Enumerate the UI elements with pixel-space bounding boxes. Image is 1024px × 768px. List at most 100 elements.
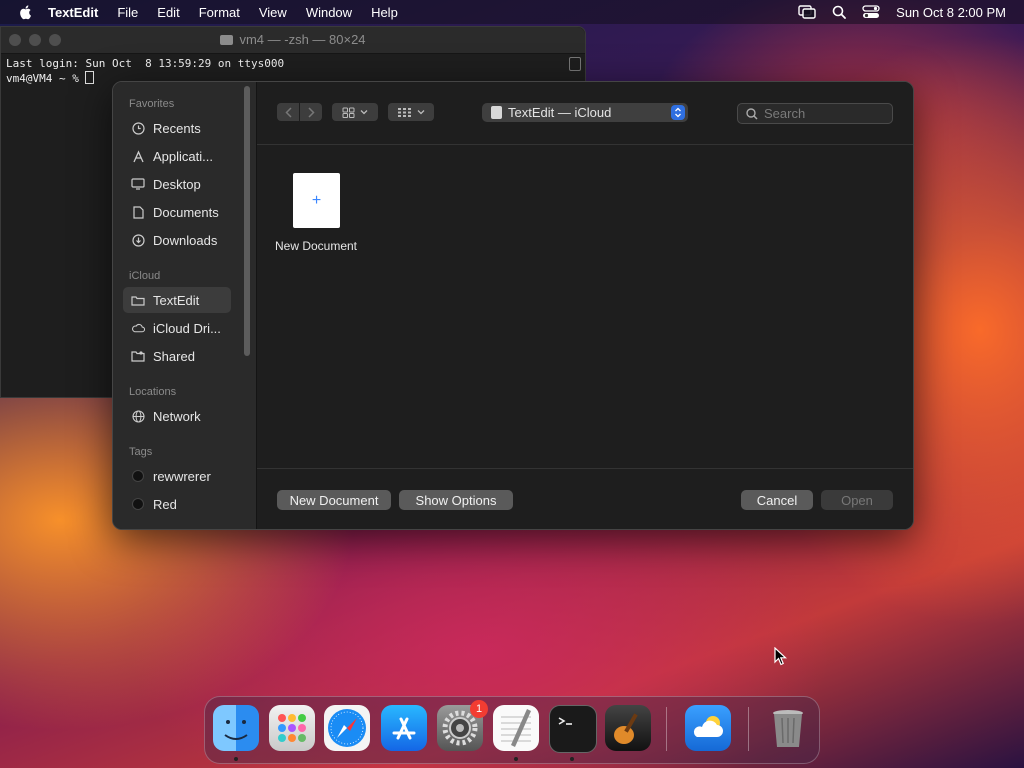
launchpad-icon bbox=[278, 714, 306, 742]
desktop-icon bbox=[131, 177, 145, 191]
sidebar-tag-rewwrerer[interactable]: rewwrerer bbox=[123, 463, 231, 489]
terminal-scroll-indicator[interactable] bbox=[569, 57, 581, 71]
terminal-cursor bbox=[85, 71, 95, 84]
menu-help[interactable]: Help bbox=[371, 5, 398, 20]
sidebar-item-downloads[interactable]: Downloads bbox=[123, 227, 231, 253]
search-placeholder: Search bbox=[764, 106, 806, 121]
sidebar-item-label: Network bbox=[153, 408, 201, 424]
back-button[interactable] bbox=[277, 103, 299, 121]
folder-icon bbox=[220, 35, 234, 45]
sidebar-item-label: Desktop bbox=[153, 176, 201, 192]
sidebar-item-label: Documents bbox=[153, 204, 219, 220]
folder-icon bbox=[131, 293, 145, 307]
chevron-down-icon bbox=[417, 110, 425, 115]
dock-separator bbox=[666, 707, 667, 751]
dock: 1 bbox=[204, 696, 820, 764]
forward-button[interactable] bbox=[300, 103, 322, 121]
sidebar-item-textedit[interactable]: TextEdit bbox=[123, 287, 231, 313]
sidebar-heading-icloud: iCloud bbox=[129, 270, 161, 282]
view-mode-button[interactable] bbox=[332, 103, 378, 121]
running-indicator bbox=[514, 757, 518, 761]
running-indicator bbox=[234, 757, 238, 761]
up-down-arrows-icon bbox=[671, 105, 685, 120]
shared-folder-icon bbox=[131, 349, 145, 363]
plus-icon: + bbox=[311, 191, 322, 209]
menu-view[interactable]: View bbox=[259, 5, 287, 20]
sidebar-item-desktop[interactable]: Desktop bbox=[123, 171, 231, 197]
control-center-icon[interactable] bbox=[862, 5, 880, 19]
dock-garageband[interactable] bbox=[605, 705, 651, 751]
location-popup[interactable]: TextEdit — iCloud bbox=[482, 103, 688, 122]
dock-textedit[interactable] bbox=[493, 705, 539, 751]
menu-app-name[interactable]: TextEdit bbox=[48, 5, 98, 20]
dialog-main: TextEdit — iCloud Search + New Document … bbox=[257, 82, 913, 529]
dock-app-store[interactable] bbox=[381, 705, 427, 751]
sidebar-item-label: Applicati... bbox=[153, 148, 213, 164]
chevron-left-icon bbox=[284, 106, 292, 118]
open-button[interactable]: Open bbox=[821, 490, 893, 510]
search-icon bbox=[746, 107, 758, 120]
menu-window[interactable]: Window bbox=[306, 5, 352, 20]
cloud-icon bbox=[131, 321, 145, 335]
new-document-tile-label[interactable]: New Document bbox=[257, 239, 375, 253]
terminal-title: vm4 — -zsh — 80×24 bbox=[1, 32, 585, 47]
clock-icon bbox=[131, 121, 145, 135]
terminal-prompt: vm4@VM4 ~ % bbox=[6, 72, 86, 85]
sidebar-item-icloud-drive[interactable]: iCloud Dri... bbox=[123, 315, 231, 341]
tag-color-dot bbox=[132, 470, 144, 482]
sidebar-item-label: Shared bbox=[153, 348, 195, 364]
sidebar-tag-red[interactable]: Red bbox=[123, 491, 231, 517]
weather-sun-cloud-icon bbox=[693, 716, 723, 737]
group-by-button[interactable] bbox=[388, 103, 434, 121]
menu-format[interactable]: Format bbox=[199, 5, 240, 20]
navigation-buttons bbox=[277, 103, 322, 121]
terminal-title-bar[interactable]: vm4 — -zsh — 80×24 bbox=[1, 27, 585, 54]
dock-finder[interactable] bbox=[213, 705, 259, 751]
dock-terminal[interactable] bbox=[549, 705, 597, 753]
sidebar-scrollbar[interactable] bbox=[244, 86, 250, 356]
dialog-sidebar: Favorites Recents Applicati... Desktop D… bbox=[113, 82, 257, 529]
apple-menu-icon[interactable] bbox=[18, 4, 34, 20]
dock-trash[interactable] bbox=[765, 705, 811, 751]
sidebar-item-documents[interactable]: Documents bbox=[123, 199, 231, 225]
chevron-right-icon bbox=[307, 106, 315, 118]
chevron-down-icon bbox=[360, 110, 368, 115]
spotlight-search-icon[interactable] bbox=[832, 5, 847, 19]
open-dialog: Favorites Recents Applicati... Desktop D… bbox=[112, 81, 914, 530]
menu-file[interactable]: File bbox=[117, 5, 138, 20]
sidebar-item-shared[interactable]: Shared bbox=[123, 343, 231, 369]
show-options-button[interactable]: Show Options bbox=[399, 490, 513, 510]
sidebar-item-label: Red bbox=[153, 496, 177, 512]
menu-bar: TextEdit File Edit Format View Window He… bbox=[0, 0, 1024, 24]
cancel-button[interactable]: Cancel bbox=[741, 490, 813, 510]
sidebar-item-network[interactable]: Network bbox=[123, 403, 231, 429]
sidebar-item-applications[interactable]: Applicati... bbox=[123, 143, 231, 169]
sidebar-heading-tags: Tags bbox=[129, 446, 153, 458]
sidebar-heading-locations: Locations bbox=[129, 386, 177, 398]
search-field[interactable]: Search bbox=[737, 103, 893, 124]
sidebar-item-recents[interactable]: Recents bbox=[123, 115, 231, 141]
dock-system-settings[interactable]: 1 bbox=[437, 700, 488, 751]
guitar-icon bbox=[614, 713, 638, 744]
group-grid-icon bbox=[398, 107, 411, 117]
screen-mirroring-icon[interactable] bbox=[798, 5, 816, 19]
new-document-tile[interactable]: + bbox=[293, 173, 340, 228]
sidebar-item-label: Downloads bbox=[153, 232, 218, 248]
dock-separator bbox=[748, 707, 749, 751]
document-icon bbox=[131, 205, 145, 219]
tag-color-dot bbox=[132, 498, 144, 510]
menu-edit[interactable]: Edit bbox=[157, 5, 179, 20]
sidebar-item-label: iCloud Dri... bbox=[153, 320, 221, 336]
mouse-pointer-icon bbox=[774, 647, 788, 666]
menubar-clock[interactable]: Sun Oct 8 2:00 PM bbox=[896, 5, 1006, 20]
terminal-line-login: Last login: Sun Oct 8 13:59:29 on ttys00… bbox=[6, 57, 285, 70]
applications-icon bbox=[131, 149, 145, 163]
sidebar-item-label: rewwrerer bbox=[153, 468, 211, 484]
dock-launchpad[interactable] bbox=[269, 705, 315, 751]
dialog-bottom-bar: New Document Show Options Cancel Open bbox=[257, 468, 913, 529]
running-indicator bbox=[570, 757, 574, 761]
sidebar-heading-favorites: Favorites bbox=[129, 98, 175, 110]
new-document-button[interactable]: New Document bbox=[277, 490, 391, 510]
dock-weather[interactable] bbox=[685, 705, 731, 751]
dock-safari[interactable] bbox=[324, 705, 370, 751]
